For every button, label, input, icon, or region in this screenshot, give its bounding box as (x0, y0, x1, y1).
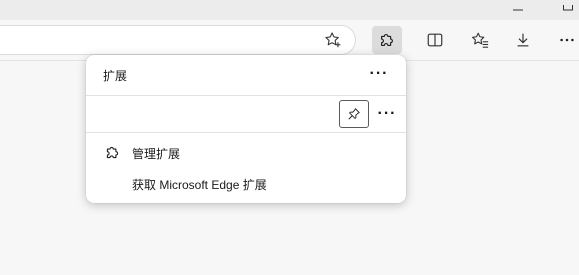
split-screen-icon (427, 33, 443, 47)
popup-more-button[interactable]: ··· (366, 63, 392, 85)
address-bar[interactable] (0, 25, 356, 55)
title-bar (0, 0, 579, 20)
minimize-button[interactable] (498, 0, 538, 20)
star-add-icon (325, 32, 341, 48)
manage-extensions-label: 管理扩展 (132, 147, 181, 161)
pin-icon (348, 108, 360, 120)
puzzle-icon (103, 143, 121, 161)
downloads-button[interactable] (508, 26, 538, 54)
extension-row-more-button[interactable]: ··· (374, 103, 400, 125)
settings-and-more-button[interactable] (552, 26, 579, 54)
add-favorite-button[interactable] (320, 27, 346, 53)
divider (86, 95, 406, 96)
favorites-icon (472, 32, 489, 48)
favorites-button[interactable] (465, 26, 495, 54)
minimize-icon (513, 9, 523, 11)
extensions-button[interactable] (372, 26, 402, 54)
pin-button[interactable] (339, 100, 369, 128)
manage-extensions-item[interactable]: 管理扩展 (86, 137, 406, 167)
maximize-icon (563, 5, 573, 11)
divider (86, 132, 406, 133)
get-extensions-item[interactable]: 获取 Microsoft Edge 扩展 (86, 168, 406, 198)
more-icon (560, 38, 574, 42)
extensions-popup: 扩展 ··· ··· 管理扩展 获取 Microsoft Edge 扩展 (86, 55, 406, 203)
maximize-button[interactable] (548, 0, 579, 20)
split-screen-button[interactable] (420, 26, 450, 54)
popup-title: 扩展 (103, 69, 128, 83)
download-icon (517, 33, 529, 47)
puzzle-icon (381, 34, 393, 46)
get-extensions-label: 获取 Microsoft Edge 扩展 (132, 178, 267, 192)
